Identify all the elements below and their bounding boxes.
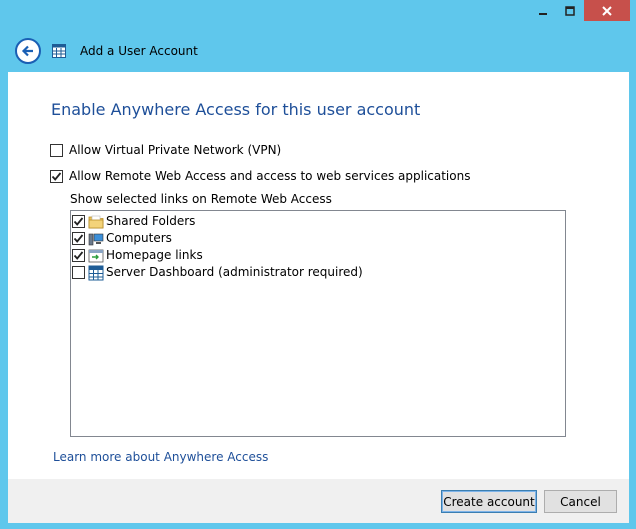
user-account-app-icon <box>52 44 66 58</box>
minimize-icon <box>539 12 547 15</box>
close-button[interactable] <box>584 0 630 21</box>
homepage-links-label: Homepage links <box>106 248 203 262</box>
shared-folders-label: Shared Folders <box>106 214 196 228</box>
dialog-footer: Create account Cancel <box>8 479 629 523</box>
maximize-icon <box>565 5 575 16</box>
dashboard-icon <box>88 265 104 281</box>
computers-label: Computers <box>106 231 172 245</box>
computers-checkbox[interactable] <box>72 232 85 245</box>
checkmark-icon <box>73 234 84 243</box>
folder-icon <box>88 215 104 229</box>
learn-more-link[interactable]: Learn more about Anywhere Access <box>53 450 268 464</box>
back-button[interactable] <box>15 38 41 64</box>
minimize-button[interactable] <box>530 0 556 21</box>
list-item-server-dashboard[interactable]: Server Dashboard (administrator required… <box>71 264 561 281</box>
title-bar <box>0 0 636 28</box>
shared-folders-checkbox[interactable] <box>72 215 85 228</box>
create-account-button[interactable]: Create account <box>441 490 537 513</box>
maximize-button[interactable] <box>557 0 583 21</box>
vpn-checkbox-label: Allow Virtual Private Network (VPN) <box>69 143 282 157</box>
page-title: Enable Anywhere Access for this user acc… <box>51 100 421 119</box>
server-dashboard-label: Server Dashboard (administrator required… <box>106 265 363 279</box>
links-section-label: Show selected links on Remote Web Access <box>70 192 332 206</box>
dialog-window: Add a User Account Enable Anywhere Acces… <box>0 0 636 529</box>
homepage-links-checkbox[interactable] <box>72 249 85 262</box>
wizard-header: Add a User Account <box>0 30 636 70</box>
list-item-shared-folders[interactable]: Shared Folders <box>71 213 561 230</box>
checkmark-icon <box>73 217 84 226</box>
cancel-button[interactable]: Cancel <box>544 490 617 513</box>
content-panel: Enable Anywhere Access for this user acc… <box>8 72 629 479</box>
homepage-links-icon <box>88 249 104 263</box>
checkmark-icon <box>73 251 84 260</box>
header-title: Add a User Account <box>80 44 198 58</box>
list-item-computers[interactable]: Computers <box>71 230 561 247</box>
server-dashboard-checkbox[interactable] <box>72 266 85 279</box>
list-item-homepage-links[interactable]: Homepage links <box>71 247 561 264</box>
close-icon <box>602 5 612 16</box>
computer-icon <box>88 233 104 246</box>
remote-web-access-checkbox[interactable] <box>50 170 63 183</box>
vpn-checkbox[interactable] <box>50 144 63 157</box>
back-arrow-icon <box>21 45 33 57</box>
remote-web-access-checkbox-label: Allow Remote Web Access and access to we… <box>69 169 471 183</box>
links-listbox[interactable]: Shared Folders Computers Homepage links … <box>70 210 566 437</box>
checkmark-icon <box>51 172 62 181</box>
